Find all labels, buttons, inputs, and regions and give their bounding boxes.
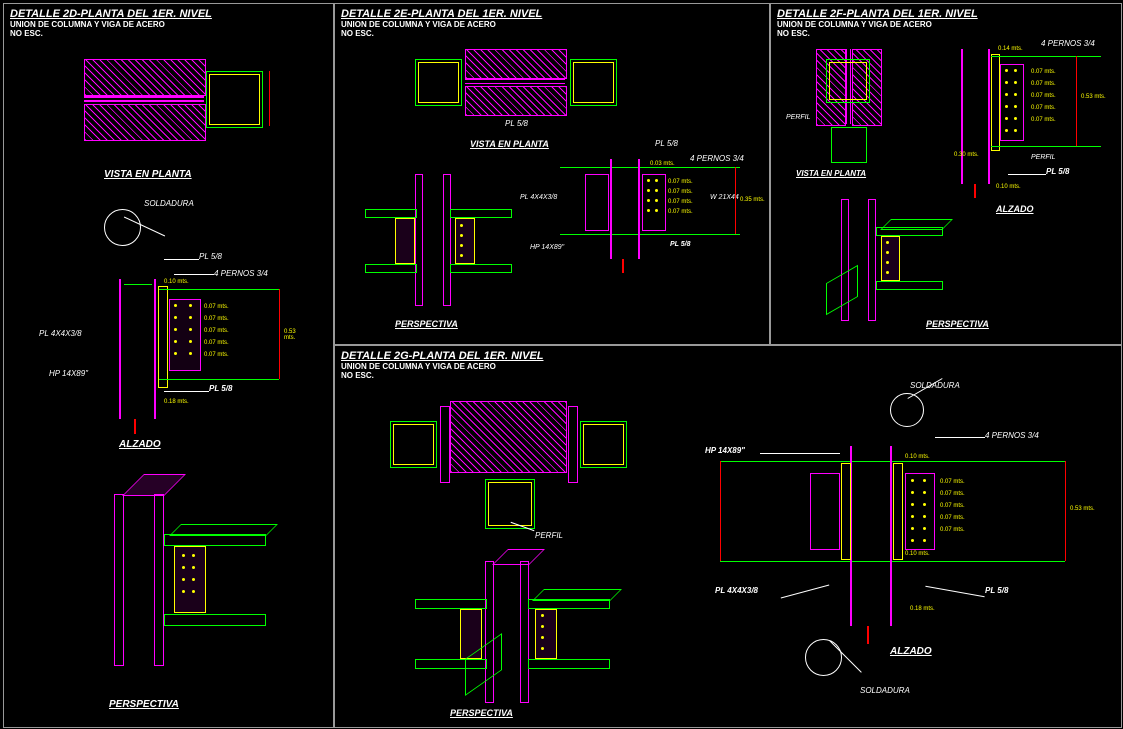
dim-2d-h: 0.53 mts.	[284, 329, 304, 341]
hp-2g: HP 14X89"	[705, 446, 745, 455]
label-persp-2d: PERSPECTIVA	[109, 699, 179, 710]
pl58-2e-top: PL 5/8	[655, 139, 678, 148]
perspectiva-2e	[365, 174, 525, 314]
pernos-2e: 4 PERNOS 3/4	[690, 154, 744, 163]
dim-2e-f: 0.35 mts.	[740, 197, 765, 203]
hp-2e: HP 14X89"	[530, 244, 564, 251]
pl58-2f: PL 5/8	[1046, 167, 1069, 176]
label-planta-2d: VISTA EN PLANTA	[104, 169, 192, 180]
dim-2g-a: 0.07 mts.	[940, 479, 965, 485]
perspectiva-2g	[415, 561, 625, 711]
pl58-2e-plan: PL 5/8	[505, 119, 528, 128]
planta-2f: PERFIL	[786, 49, 916, 169]
label-planta-2e: VISTA EN PLANTA	[470, 139, 549, 149]
dim-2g-b: 0.07 mts.	[940, 491, 965, 497]
planta-2d	[84, 59, 274, 154]
dim-2f-e: 0.07 mts.	[1031, 117, 1056, 123]
dim-2f-bot2: 0.10 mts.	[996, 184, 1021, 190]
hp-lbl-2d: HP 14X89"	[49, 369, 88, 378]
pernos-lbl-2d: 4 PERNOS 3/4	[214, 269, 268, 278]
subtitle-2e-2: NO ESC.	[335, 29, 769, 38]
pl58-lbl-2d: PL 5/8	[199, 252, 222, 261]
dim-2f-b: 0.07 mts.	[1031, 81, 1056, 87]
dim-2f-t: 0.14 mts.	[998, 46, 1023, 52]
perfil-2f: PERFIL	[786, 114, 811, 121]
dim-2f-tot: 0.53 mts.	[1081, 94, 1106, 100]
alzado-2d: SOLDADURA PL 5/8 4 PERNOS 3/4 PL 4X4X3/8…	[64, 204, 304, 434]
perfil-2g: PERFIL	[535, 531, 563, 540]
dim-2g-d: 0.07 mts.	[940, 515, 965, 521]
dim-2g-018: 0.18 mts.	[910, 606, 935, 612]
dim-2d-g: 0.18 mts.	[164, 399, 189, 405]
dim-2d-c: 0.07 mts.	[204, 316, 229, 322]
dim-2d-d: 0.07 mts.	[204, 328, 229, 334]
title-2e: DETALLE 2E-PLANTA DEL 1ER. NIVEL	[335, 4, 769, 20]
pl4x4-2e: PL 4X4X3/8	[520, 194, 557, 201]
panel-2d: DETALLE 2D-PLANTA DEL 1ER. NIVEL UNION D…	[3, 3, 334, 728]
dim-2f-a: 0.07 mts.	[1031, 69, 1056, 75]
label-persp-2e: PERSPECTIVA	[395, 319, 458, 329]
alzado-2e: PL 5/8 4 PERNOS 3/4 PL 4X4X3/8 HP 14X89"…	[560, 149, 765, 279]
title-2d: DETALLE 2D-PLANTA DEL 1ER. NIVEL	[4, 4, 333, 20]
label-planta-2f: VISTA EN PLANTA	[796, 169, 866, 178]
pl4x4-2g: PL 4X4X3/8	[715, 586, 758, 595]
pl58b-lbl-2d: PL 5/8	[209, 384, 232, 393]
dim-2g-tot: 0.53 mts.	[1070, 506, 1095, 512]
dim-2f-bot: 0.30 mts.	[954, 152, 979, 158]
planta-2e: PL 5/8	[415, 49, 635, 129]
perspectiva-2d	[74, 484, 274, 684]
dim-2d-e: 0.07 mts.	[204, 340, 229, 346]
subtitle-2f-1: UNION DE COLUMNA Y VIGA DE ACERO	[771, 20, 1121, 29]
subtitle-2g-2: NO ESC.	[335, 371, 1121, 380]
pl58b-2e: PL 5/8	[670, 241, 691, 248]
panel-2g: DETALLE 2G-PLANTA DEL 1ER. NIVEL UNION D…	[334, 345, 1122, 728]
dim-2g-bot: 0.10 mts.	[905, 551, 930, 557]
alzado-2f: 4 PERNOS 3/4 0.14 mts. 0.07 mts. 0.07 mt…	[936, 44, 1116, 199]
dim-2g-e: 0.07 mts.	[940, 527, 965, 533]
pl4x4-lbl-2d: PL 4X4X3/8	[39, 329, 82, 338]
dim-2e-d: 0.07 mts.	[668, 199, 693, 205]
dim-2f-d: 0.07 mts.	[1031, 105, 1056, 111]
dim-2e-e: 0.07 mts.	[668, 209, 693, 215]
subtitle-2d-2: NO ESC.	[4, 29, 333, 38]
dim-2d-a: 0.10 mts.	[164, 279, 189, 285]
pernos-2f: 4 PERNOS 3/4	[1041, 39, 1095, 48]
title-2g: DETALLE 2G-PLANTA DEL 1ER. NIVEL	[335, 346, 1121, 362]
dim-2d-f: 0.07 mts.	[204, 352, 229, 358]
panel-2f: DETALLE 2F-PLANTA DEL 1ER. NIVEL UNION D…	[770, 3, 1122, 345]
perfil-2f-alz: PERFIL	[1031, 154, 1056, 161]
label-persp-2f: PERSPECTIVA	[926, 319, 989, 329]
dim-2g-top: 0.10 mts.	[905, 454, 930, 460]
dim-2e-b: 0.07 mts.	[668, 179, 693, 185]
subtitle-2d-1: UNION DE COLUMNA Y VIGA DE ACERO	[4, 20, 333, 29]
label-persp-2g: PERSPECTIVA	[450, 708, 513, 718]
dim-2e-a: 0.03 mts.	[650, 161, 675, 167]
dim-2e-c: 0.07 mts.	[668, 189, 693, 195]
pl58-2g: PL 5/8	[985, 586, 1008, 595]
subtitle-2g-1: UNION DE COLUMNA Y VIGA DE ACERO	[335, 362, 1121, 371]
soldadura-lbl: SOLDADURA	[144, 199, 194, 208]
subtitle-2e-1: UNION DE COLUMNA Y VIGA DE ACERO	[335, 20, 769, 29]
pernos-2g: 4 PERNOS 3/4	[985, 431, 1039, 440]
planta-2g: PERFIL	[390, 401, 650, 541]
soldadura-2g-bot: SOLDADURA	[860, 686, 910, 695]
label-alzado-2f: ALZADO	[996, 204, 1034, 214]
perspectiva-2f	[806, 199, 956, 329]
panel-2e: DETALLE 2E-PLANTA DEL 1ER. NIVEL UNION D…	[334, 3, 770, 345]
dim-2f-c: 0.07 mts.	[1031, 93, 1056, 99]
label-alzado-2g: ALZADO	[890, 646, 932, 657]
dim-2d-b: 0.07 mts.	[204, 304, 229, 310]
label-alzado-2d: ALZADO	[119, 439, 161, 450]
dim-2g-c: 0.07 mts.	[940, 503, 965, 509]
subtitle-2f-2: NO ESC.	[771, 29, 1121, 38]
title-2f: DETALLE 2F-PLANTA DEL 1ER. NIVEL	[771, 4, 1121, 20]
alzado-2g: SOLDADURA 4 PERNOS 3/4 HP 14X89" 0.10 mt…	[695, 391, 1095, 711]
